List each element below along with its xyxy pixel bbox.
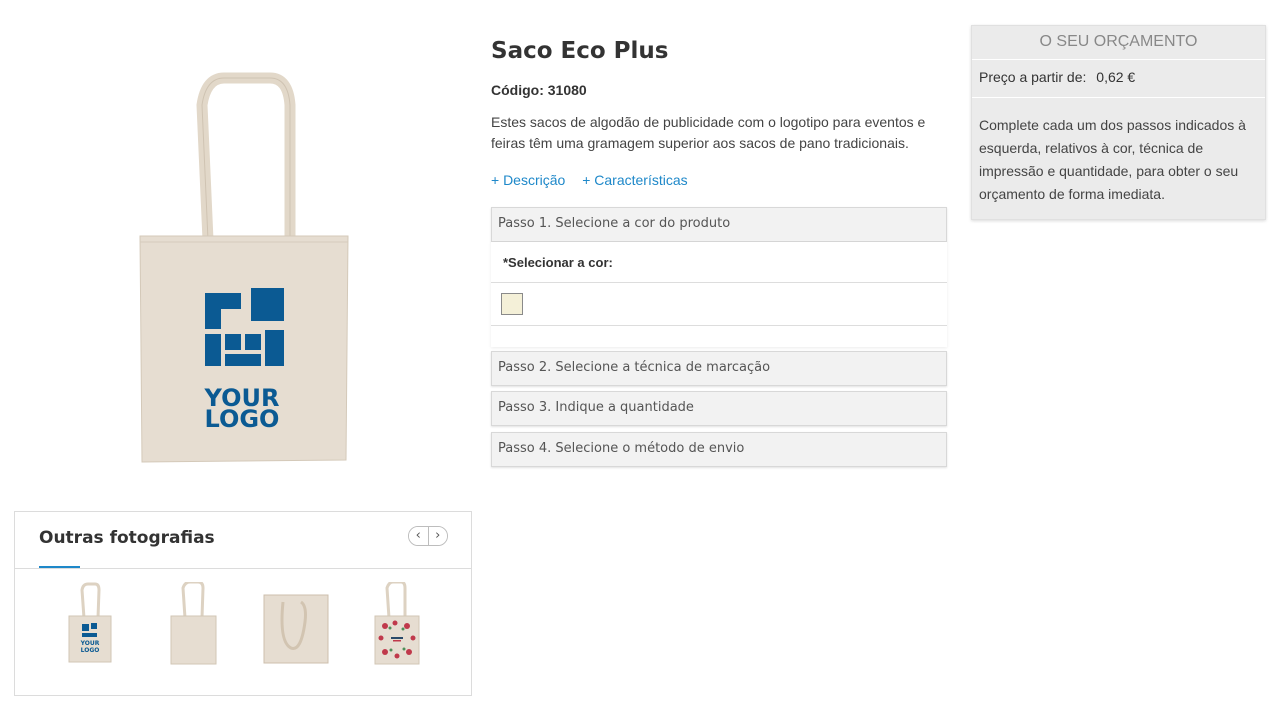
color-select-panel: *Selecionar a cor:	[491, 242, 947, 347]
thumbnail-bag-folded[interactable]	[261, 582, 331, 672]
quote-price-row: Preço a partir de: 0,62 €	[972, 60, 1265, 97]
divider	[491, 282, 947, 283]
product-code: Código: 31080	[491, 82, 587, 98]
product-main-image: YOUR LOGO	[120, 60, 370, 480]
logo-text-line2: LOGO	[205, 405, 280, 433]
step-1-select-color[interactable]: Passo 1. Selecione a cor do produto	[491, 207, 947, 242]
gallery-thumbnails: YOUR LOGO	[15, 570, 471, 695]
quote-title: O SEU ORÇAMENTO	[1039, 33, 1198, 50]
gallery-title: Outras fotografias	[39, 528, 215, 548]
thumbnail-bag-logo[interactable]: YOUR LOGO	[55, 582, 125, 672]
step-4-shipping-method[interactable]: Passo 4. Selecione o método de envio	[491, 432, 947, 467]
price-label: Preço a partir de:	[979, 69, 1087, 85]
chevron-left-icon[interactable]: ‹	[409, 527, 429, 545]
step-2-marking-technique[interactable]: Passo 2. Selecione a técnica de marcação	[491, 351, 947, 386]
step-3-quantity[interactable]: Passo 3. Indique a quantidade	[491, 391, 947, 426]
color-select-label: *Selecionar a cor:	[503, 255, 613, 270]
product-links: + Descrição + Características	[491, 172, 701, 188]
thumb-logo-text-line2: LOGO	[81, 647, 100, 654]
thumbnail-bag-printed[interactable]	[365, 580, 435, 672]
product-description: Estes sacos de algodão de publicidade co…	[491, 114, 926, 151]
gallery-title-underline	[39, 566, 80, 568]
gallery-header: Outras fotografias ‹ ›	[15, 512, 471, 569]
thumbnail-bag-plain[interactable]	[158, 580, 228, 672]
divider	[491, 325, 947, 326]
description-link[interactable]: + Descrição	[491, 172, 565, 188]
price-value: 0,62 €	[1096, 69, 1136, 85]
thumb-logo-text-line1: YOUR	[80, 640, 100, 647]
chevron-right-icon[interactable]: ›	[428, 527, 447, 545]
quote-instructions: Complete cada um dos passos indicados à …	[979, 117, 1246, 202]
quote-panel: O SEU ORÇAMENTO Preço a partir de: 0,62 …	[971, 25, 1266, 220]
other-photos-gallery: Outras fotografias ‹ › YOUR LOGO	[14, 511, 472, 696]
gallery-nav: ‹ ›	[408, 526, 448, 546]
characteristics-link[interactable]: + Características	[582, 172, 687, 188]
product-title: Saco Eco Plus	[491, 38, 669, 64]
color-swatch-natural[interactable]	[501, 293, 523, 315]
